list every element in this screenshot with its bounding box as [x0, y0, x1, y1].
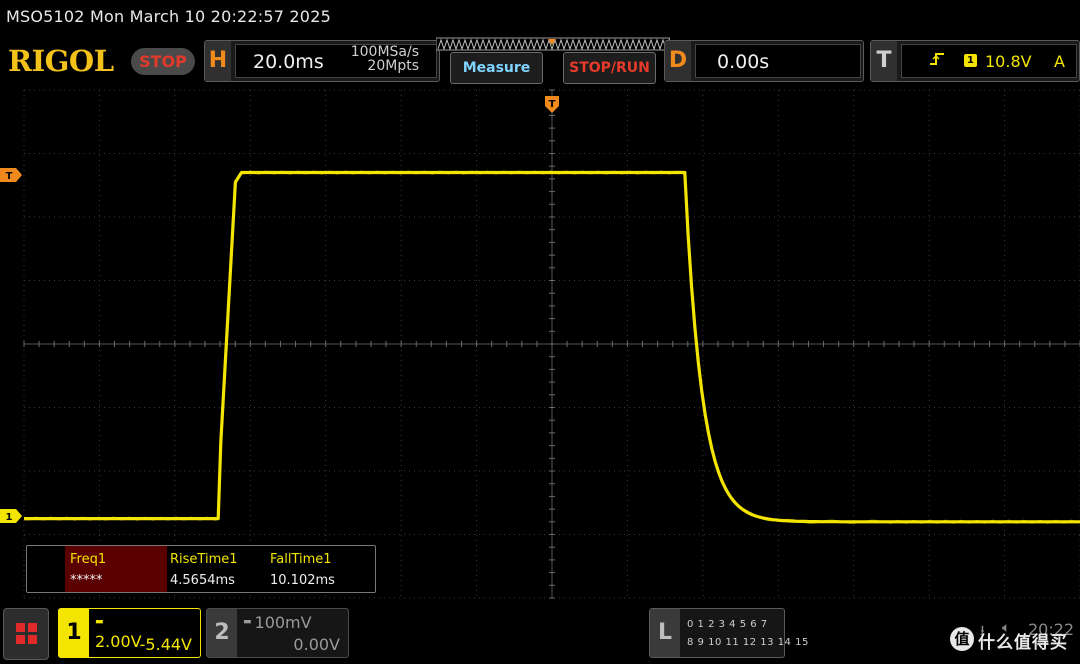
- trigger-panel[interactable]: T 1 10.8V A: [870, 40, 1080, 82]
- trigger-position-marker: T: [545, 96, 559, 113]
- delay-panel[interactable]: D 0.00s: [664, 40, 864, 82]
- watermark-text: 什么值得买: [978, 633, 1068, 653]
- digital-channels-row1: 0 1 2 3 4 5 6 7: [687, 619, 768, 630]
- timebase-value: 20.0ms: [253, 51, 324, 73]
- trigger-position-label: T: [549, 99, 556, 110]
- trigger-level: 10.8V: [985, 52, 1032, 71]
- memory-position-strip[interactable]: [436, 37, 670, 52]
- channel1-scale: ▬ 2.00V: [95, 617, 142, 651]
- waveform-display[interactable]: T T 1: [0, 88, 1080, 600]
- acquisition-info: 100MSa/s 20Mpts: [351, 45, 419, 73]
- title-bar: MSO5102 Mon March 10 20:22:57 2025: [0, 0, 1080, 34]
- sample-rate: 100MSa/s: [350, 44, 419, 60]
- measurement-freq[interactable]: Freq1 *****: [65, 546, 167, 592]
- rigol-logo: RIGOL: [8, 44, 114, 78]
- measurement-label: FallTime1: [270, 552, 332, 567]
- home-menu-button[interactable]: [3, 608, 49, 660]
- measurement-rise-time[interactable]: RiseTime1 4.5654ms: [170, 546, 270, 592]
- channel1-number: 1: [59, 609, 89, 657]
- channel1-panel[interactable]: 1 ▬ 2.00V -5.44V: [58, 608, 201, 658]
- trigger-mode: A: [1054, 52, 1065, 71]
- dc-coupling-icon: ▬: [95, 617, 103, 627]
- logic-analyzer-label: L: [650, 609, 680, 657]
- trigger-label: T: [871, 41, 897, 81]
- bottom-bar: 1 ▬ 2.00V -5.44V 2 ▬ 100mV 0.00V L 0 1 2 3…: [0, 602, 1080, 664]
- measurement-fall-time[interactable]: FallTime1 10.102ms: [270, 546, 370, 592]
- stop-run-button[interactable]: STOP/RUN: [563, 52, 656, 84]
- memory-depth: 20Mpts: [367, 58, 419, 74]
- measure-button[interactable]: Measure: [450, 52, 543, 84]
- channel1-ground-marker: 1: [0, 509, 22, 523]
- horizontal-panel[interactable]: H 20.0ms 100MSa/s 20Mpts: [204, 40, 440, 82]
- title-text: MSO5102 Mon March 10 20:22:57 2025: [6, 7, 331, 26]
- delay-value: 0.00s: [717, 51, 770, 73]
- channel1-ground-label: 1: [6, 512, 13, 523]
- measurement-value: 10.102ms: [270, 573, 335, 588]
- measurement-label: RiseTime1: [170, 552, 238, 567]
- measurement-value: 4.5654ms: [170, 573, 235, 588]
- run-state-indicator[interactable]: STOP: [131, 48, 195, 75]
- dc-coupling-icon: ▬: [243, 617, 251, 627]
- channel2-offset: 0.00V: [293, 635, 340, 654]
- channel1-offset: -5.44V: [139, 635, 192, 654]
- trigger-source: 1: [964, 54, 977, 67]
- trigger-level-marker: T: [0, 168, 22, 182]
- rising-edge-icon: [929, 51, 945, 72]
- measurement-label: Freq1: [70, 552, 107, 567]
- channel2-scale: ▬ 100mV: [243, 613, 312, 632]
- delay-label: D: [665, 41, 691, 81]
- channel2-panel[interactable]: 2 ▬ 100mV 0.00V: [206, 608, 349, 658]
- measurement-panel[interactable]: Freq1 ***** RiseTime1 4.5654ms FallTime1…: [26, 545, 376, 593]
- watermark-logo: 值: [950, 627, 974, 651]
- top-toolbar: RIGOL STOP H 20.0ms 100MSa/s 20Mpts Meas…: [0, 36, 1080, 88]
- trigger-level-label: T: [6, 171, 13, 182]
- measurement-value: *****: [70, 573, 103, 588]
- digital-channels-row2: 8 9 10 11 12 13 14 15: [687, 637, 809, 648]
- logic-analyzer-panel[interactable]: L 0 1 2 3 4 5 6 7 8 9 10 11 12 13 14 15: [649, 608, 808, 658]
- horizontal-label: H: [205, 41, 231, 81]
- channel2-number: 2: [207, 609, 237, 657]
